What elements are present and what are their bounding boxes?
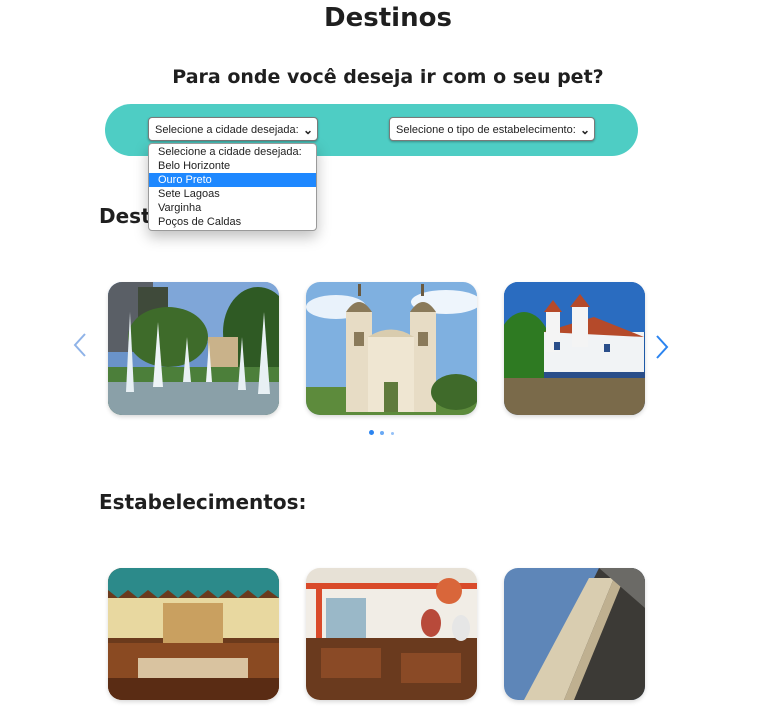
establishment-card-hotel[interactable] — [504, 568, 645, 700]
chevron-left-icon[interactable] — [72, 332, 88, 365]
destination-card-belo-horizonte[interactable] — [108, 282, 279, 415]
hotel-building-image — [504, 568, 645, 700]
chevron-right-icon[interactable] — [654, 334, 670, 367]
destination-card-ouro-preto[interactable] — [306, 282, 477, 415]
chevron-down-icon: ⌄ — [302, 123, 313, 137]
city-option-pocos-de-caldas[interactable]: Poços de Caldas — [149, 215, 316, 229]
establishment-type-select[interactable]: Selecione o tipo de estabelecimento: ⌄ — [389, 117, 595, 141]
type-select-value: Selecione o tipo de estabelecimento: — [396, 124, 576, 136]
establishments-heading: Estabelecimentos: — [99, 490, 307, 514]
colonial-church-image — [504, 282, 645, 415]
city-option-placeholder[interactable]: Selecione a cidade desejada: — [149, 145, 316, 159]
city-dropdown-list: Selecione a cidade desejada: Belo Horizo… — [148, 143, 317, 231]
carousel-dot-1[interactable] — [369, 430, 374, 435]
establishment-card-restaurant-2[interactable] — [306, 568, 477, 700]
page-subtitle: Para onde você deseja ir com o seu pet? — [172, 66, 604, 88]
destination-card-church-hill[interactable] — [504, 282, 645, 415]
restaurant-interior-image — [108, 568, 279, 700]
chevron-down-icon: ⌄ — [579, 123, 590, 137]
baroque-church-image — [306, 282, 477, 415]
carousel-dot-3[interactable] — [391, 432, 394, 435]
city-option-ouro-preto[interactable]: Ouro Preto — [149, 173, 316, 187]
carousel-dot-2[interactable] — [380, 431, 384, 435]
city-option-sete-lagoas[interactable]: Sete Lagoas — [149, 187, 316, 201]
dining-room-image — [306, 568, 477, 700]
city-option-belo-horizonte[interactable]: Belo Horizonte — [149, 159, 316, 173]
establishment-card-restaurant-1[interactable] — [108, 568, 279, 700]
city-option-varginha[interactable]: Varginha — [149, 201, 316, 215]
fountain-park-image — [108, 282, 279, 415]
page-title: Destinos — [324, 3, 452, 33]
city-select-value: Selecione a cidade desejada: — [155, 124, 299, 136]
city-select[interactable]: Selecione a cidade desejada: ⌄ — [148, 117, 318, 141]
